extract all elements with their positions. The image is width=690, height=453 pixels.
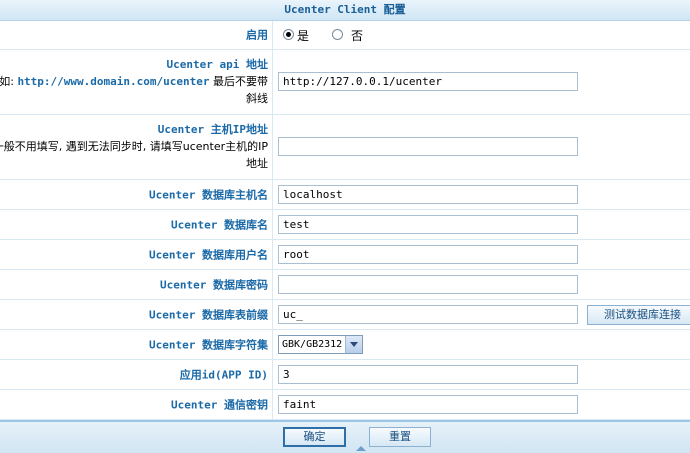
row-comm-key: Ucenter 通信密钥 xyxy=(0,390,690,420)
db-prefix-label: Ucenter 数据库表前缀 xyxy=(149,308,268,321)
row-db-name: Ucenter 数据库名 xyxy=(0,210,690,240)
ip-desc-line1: 一般不用填写, 遇到无法同步时, 请填写ucenter主机的IP xyxy=(0,140,268,153)
app-id-input[interactable] xyxy=(278,365,578,384)
row-app-id: 应用id(APP ID) xyxy=(0,360,690,390)
api-desc-prefix: 如: xyxy=(0,75,18,88)
row-db-charset: Ucenter 数据库字符集 GBK/GB2312 xyxy=(0,330,690,360)
db-name-label: Ucenter 数据库名 xyxy=(171,218,268,231)
comm-key-label: Ucenter 通信密钥 xyxy=(171,398,268,411)
db-prefix-input[interactable] xyxy=(278,305,578,324)
confirm-button[interactable]: 确定 xyxy=(283,427,346,447)
enable-no-label: 否 xyxy=(351,29,364,43)
footer-marker xyxy=(356,446,366,451)
api-title: Ucenter api 地址 xyxy=(166,58,268,71)
page-title: Ucenter Client 配置 xyxy=(0,0,690,21)
db-charset-value: GBK/GB2312 xyxy=(282,339,343,350)
row-db-prefix: Ucenter 数据库表前缀 测试数据库连接 xyxy=(0,300,690,330)
test-db-connection-label: 测试数据库连接 xyxy=(604,308,681,321)
row-db-pass: Ucenter 数据库密码 xyxy=(0,270,690,300)
enable-label: 启用 xyxy=(246,28,268,42)
enable-no-radio[interactable] xyxy=(332,29,343,40)
ip-title: Ucenter 主机IP地址 xyxy=(157,123,268,136)
ip-desc-line2: 地址 xyxy=(246,157,268,170)
api-url-input[interactable] xyxy=(278,72,578,91)
db-pass-input[interactable] xyxy=(278,275,578,294)
db-user-label: Ucenter 数据库用户名 xyxy=(149,248,268,261)
test-db-connection-button[interactable]: 测试数据库连接 xyxy=(587,305,690,325)
row-db-user: Ucenter 数据库用户名 xyxy=(0,240,690,270)
enable-yes-radio[interactable] xyxy=(283,29,294,40)
reset-button[interactable]: 重置 xyxy=(369,427,431,447)
app-id-label: 应用id(APP ID) xyxy=(179,368,268,381)
db-user-input[interactable] xyxy=(278,245,578,264)
db-pass-label: Ucenter 数据库密码 xyxy=(160,278,268,291)
row-db-host: Ucenter 数据库主机名 xyxy=(0,180,690,210)
comm-key-input[interactable] xyxy=(278,395,578,414)
enable-yes-label: 是 xyxy=(297,29,310,43)
api-desc-suffix: 最后不要带 xyxy=(209,75,268,88)
ip-input[interactable] xyxy=(278,137,578,156)
row-enable: 启用 是 否 xyxy=(0,21,690,50)
chevron-down-icon[interactable] xyxy=(345,336,362,353)
db-charset-select[interactable]: GBK/GB2312 xyxy=(278,335,363,354)
row-ip: Ucenter 主机IP地址 一般不用填写, 遇到无法同步时, 请填写ucent… xyxy=(0,115,690,180)
db-host-label: Ucenter 数据库主机名 xyxy=(149,188,268,201)
api-desc-url: http://www.domain.com/ucenter xyxy=(17,75,210,88)
row-api: Ucenter api 地址 如: http://www.domain.com/… xyxy=(0,50,690,115)
db-charset-label: Ucenter 数据库字符集 xyxy=(149,338,268,351)
db-host-input[interactable] xyxy=(278,185,578,204)
api-desc-line3: 斜线 xyxy=(246,92,268,105)
db-name-input[interactable] xyxy=(278,215,578,234)
form-footer: 确定 重置 xyxy=(0,420,690,453)
